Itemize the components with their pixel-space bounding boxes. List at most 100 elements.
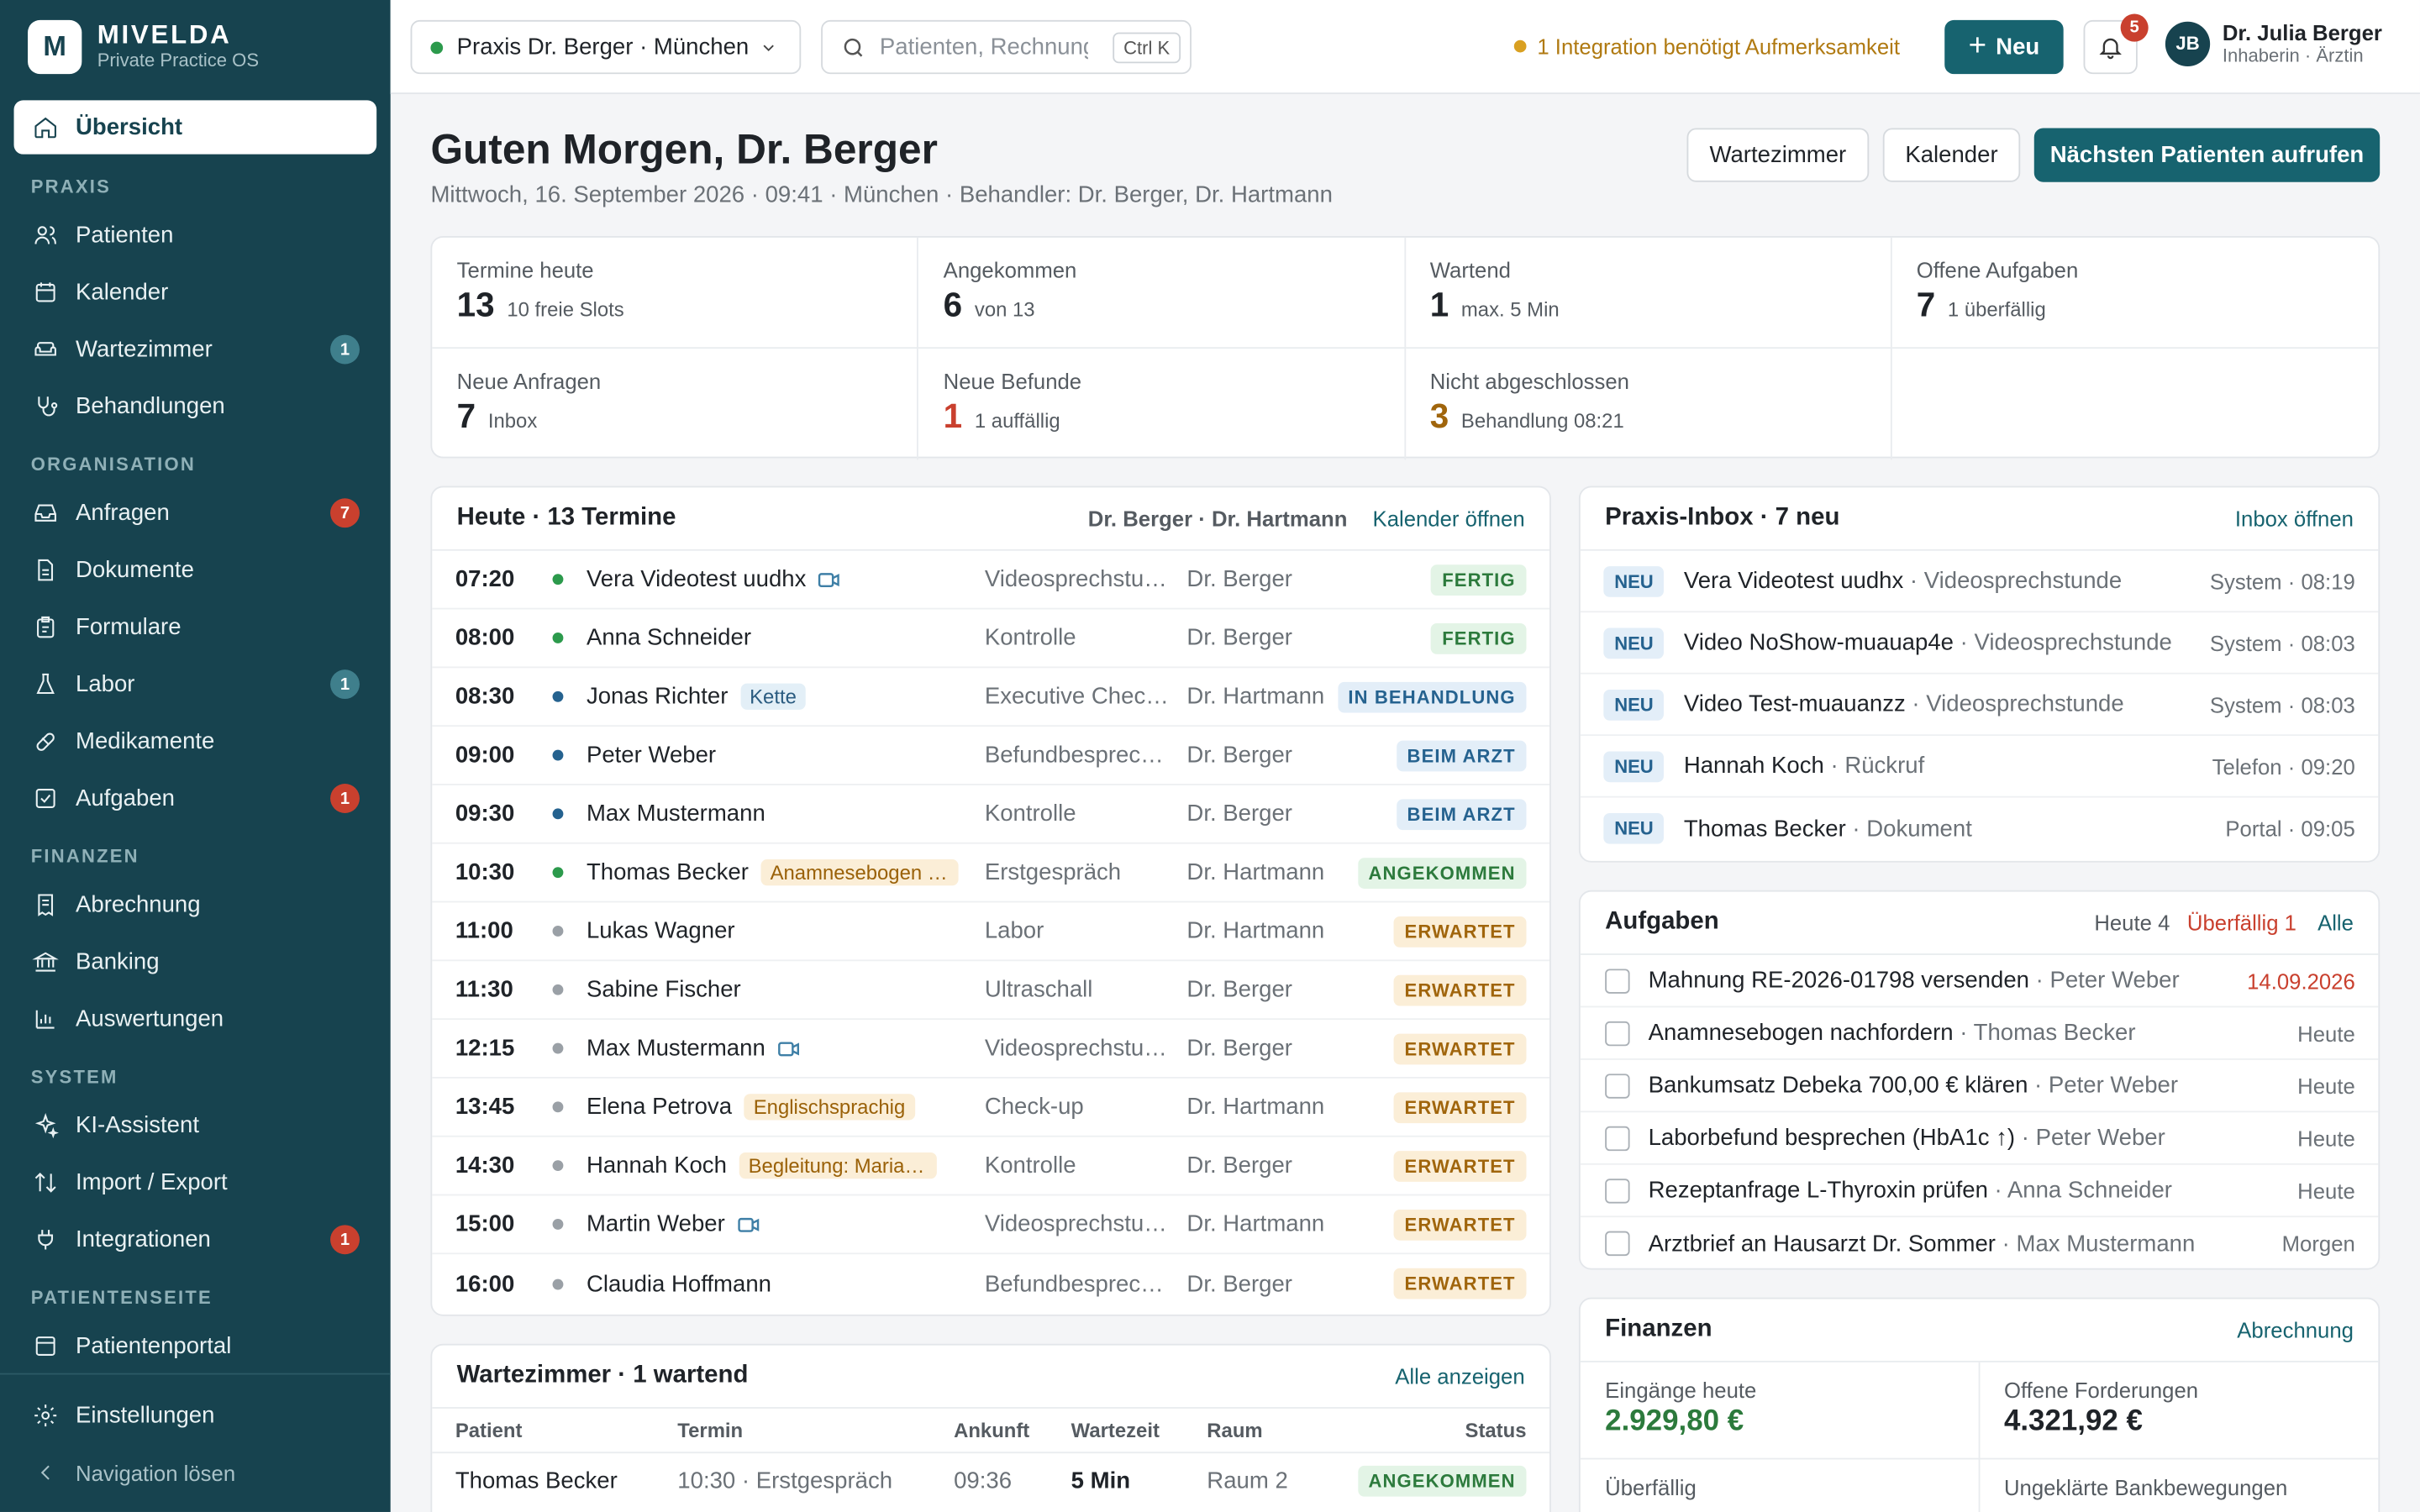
stat-tile[interactable]: Neue Anfragen 7 Inbox [432,349,919,460]
list-item[interactable]: Arztbrief an Hausarzt Dr. Sommer · Max M… [1581,1217,2379,1268]
list-item[interactable]: NEU Video NoShow-muauap4e · Videosprechs… [1580,612,2379,675]
list-item[interactable]: Laborbefund besprechen (HbA1c ↑) · Peter… [1580,1112,2379,1165]
sidebar-item-wartezimmer[interactable]: Wartezimmer 1 [0,321,391,378]
col-patient: Patient [455,1418,523,1442]
list-item[interactable]: Anamnesebogen nachfordern · Thomas Becke… [1580,1007,2379,1060]
billing-link[interactable]: Abrechnung [2237,1318,2354,1342]
practice-selector[interactable]: Praxis Dr. Berger · München [410,19,802,75]
brand[interactable]: M MIVELDA Private Practice OS [28,19,259,75]
sidebar-item-abrechnung[interactable]: Abrechnung [0,876,391,933]
table-row[interactable]: 14:30 Hannah Koch Begleitung: Maria Koch … [432,1137,1550,1196]
tasks-filter-all[interactable]: Alle [2317,911,2354,935]
sidebar-item-kalender[interactable]: Kalender [0,264,391,321]
list-item[interactable]: NEU Thomas Becker · Dokument Portal · 09… [1581,798,2379,859]
sidebar-item-banking[interactable]: Banking [0,933,391,990]
table-row[interactable]: 15:00 Martin Weber Videosprechstunde Dr.… [432,1195,1550,1255]
finance-tile[interactable]: Ungeklärte Bankbewegungen [1980,1460,2379,1512]
finance-tile[interactable]: Offene Forderungen 4.321,92 € [1979,1362,2379,1460]
list-item[interactable]: Rezeptanfrage L-Thyroxin prüfen · Anna S… [1580,1165,2379,1218]
table-row[interactable]: 12:15 Max Mustermann Videosprechstunde D… [432,1020,1550,1079]
table-row[interactable]: 07:20 Vera Videotest uudhx Videosprechst… [432,551,1550,610]
new-button[interactable]: + Neu [1944,19,2064,75]
today-appointments-card: Heute · 13 Termine Dr. Berger · Dr. Hart… [430,486,1551,1316]
sidebar-item-ki-assistent[interactable]: KI-Assistent [0,1097,391,1154]
appointment-time: 10:30 [455,859,515,886]
list-item[interactable]: Bankumsatz Debeka 700,00 € klären · Pete… [1580,1060,2379,1113]
tasks-filter-today[interactable]: Heute 4 [2094,911,2170,935]
stat-tile[interactable]: Wartend 1 max. 5 Min [1405,237,1892,349]
inbox-name: Video Test-muauanzz [1683,690,1906,718]
finance-tile[interactable]: Eingänge heute 2.929,80 € [1580,1362,1980,1460]
table-row[interactable]: 11:00 Lukas Wagner Labor Dr. Hartmann ER… [432,902,1550,962]
sidebar-item-import-export[interactable]: Import / Export [0,1154,391,1211]
sidebar-item-formulare[interactable]: Formulare [0,599,391,656]
nav-badge: 1 [330,1225,360,1255]
task-checkbox[interactable] [1605,1231,1630,1257]
sidebar-item-label: Patientenportal [75,1332,232,1360]
list-item[interactable]: Mahnung RE-2026-01798 versenden · Peter … [1580,955,2379,1008]
sidebar-item-dokumente[interactable]: Dokumente [0,542,391,599]
open-calendar-link[interactable]: Kalender öffnen [1373,506,1525,530]
stat-tile[interactable]: Neue Befunde 1 1 auffällig [918,349,1406,460]
bell-icon [2099,38,2122,60]
table-row[interactable]: 08:00 Anna Schneider Kontrolle Dr. Berge… [432,609,1550,669]
table-row[interactable]: 09:30 Max Mustermann Kontrolle Dr. Berge… [432,785,1550,844]
sidebar-item-anfragen[interactable]: Anfragen 7 [0,485,391,542]
sidebar-item-behandlungen[interactable]: Behandlungen [0,378,391,435]
alert-dot [1513,39,1527,53]
sidebar-item-uebersicht[interactable]: Übersicht [13,100,377,155]
stat-tile[interactable]: Offene Aufgaben 7 1 überfällig [1891,238,2379,349]
stat-tile[interactable]: Nicht abgeschlossen 3 Behandlung 08:21 [1405,349,1892,460]
inbox-meta: Portal · 09:05 [2225,816,2355,842]
notifications-button[interactable]: 5 [2083,13,2149,75]
stat-tile[interactable]: Angekommen 6 von 13 [918,237,1406,349]
search-input[interactable]: Patienten, Rechnungen … Ctrl K [821,19,1192,75]
status-dot [552,1160,564,1172]
collapse-nav-button[interactable]: Navigation lösen [0,1444,391,1501]
task-checkbox[interactable] [1605,1178,1630,1203]
appointment-doctor: Dr. Berger [1186,624,1292,652]
calendar-button[interactable]: Kalender [1882,128,2021,182]
stat-value: 13 [456,285,495,324]
user-menu[interactable]: JB Dr. Julia Berger Inhaberin · Ärztin [2165,20,2382,66]
task-checkbox[interactable] [1605,968,1630,993]
search-shortcut: Ctrl K [1113,32,1181,64]
table-row[interactable]: 09:00 Peter Weber Befundbesprechung Dr. … [432,727,1550,785]
table-row[interactable]: Thomas Becker 10:30 · Erstgespräch 09:36… [432,1453,1549,1509]
call-next-patient-button[interactable]: Nächsten Patienten aufrufen [2033,128,2381,182]
sidebar-item-label: Auswertungen [75,1005,224,1032]
stat-tile[interactable]: Termine heute 13 10 freie Slots [432,237,919,349]
sidebar-item-settings[interactable]: Einstellungen [0,1387,391,1444]
task-checkbox[interactable] [1605,1125,1630,1151]
sidebar-item-auswertungen[interactable]: Auswertungen [0,990,391,1047]
sidebar-item-label: Kalender [75,279,169,306]
task-list: Mahnung RE-2026-01798 versenden · Peter … [1580,955,2379,1268]
sidebar-item-integrationen[interactable]: Integrationen 1 [0,1211,391,1268]
integration-alert[interactable]: 1 Integration benötigt Aufmerksamkeit [1513,34,1900,59]
list-item[interactable]: NEU Video Test-muauanzz · Videosprechstu… [1580,675,2379,737]
table-row[interactable]: 11:30 Sabine Fischer Ultraschall Dr. Ber… [432,961,1550,1021]
table-row[interactable]: 16:00 Claudia Hoffmann Befundbesprechung… [432,1254,1549,1313]
list-item[interactable]: NEU Hannah Koch · Rückruf Telefon · 09:2… [1580,736,2379,798]
finance-tile[interactable]: Überfällig [1581,1459,1980,1512]
task-checkbox[interactable] [1605,1020,1630,1046]
open-inbox-link[interactable]: Inbox öffnen [2235,506,2354,530]
inbox-meta: System · 08:03 [2209,630,2355,655]
appointment-doctor: Dr. Berger [1186,566,1292,593]
today-doctors: Dr. Berger · Dr. Hartmann [1087,506,1348,531]
waiting-room-button[interactable]: Wartezimmer [1686,128,1870,182]
table-row[interactable]: 13:45 Elena Petrova Englischsprachig Chec… [432,1079,1550,1137]
appointment-type: Erstgespräch [984,859,1122,886]
show-all-waiting-link[interactable]: Alle anzeigen [1395,1364,1524,1389]
sidebar-item-patienten[interactable]: Patienten [0,207,391,264]
list-item[interactable]: NEU Vera Videotest uudhx · Videosprechst… [1580,551,2379,613]
sidebar-item-patientenportal[interactable]: Patientenportal [0,1318,391,1375]
sidebar-item-labor[interactable]: Labor 1 [0,656,391,713]
sidebar-item-aufgaben[interactable]: Aufgaben 1 [0,770,391,827]
table-row[interactable]: 10:30 Thomas Becker Anamnesebogen fehlt E… [432,844,1550,903]
appointment-type: Check-up [984,1094,1084,1121]
table-row[interactable]: 08:30 Jonas Richter Kette Executive Check… [432,668,1550,727]
tasks-filter-overdue[interactable]: Überfällig 1 [2187,911,2296,935]
sidebar-item-medikamente[interactable]: Medikamente [0,713,391,770]
task-checkbox[interactable] [1605,1073,1630,1098]
